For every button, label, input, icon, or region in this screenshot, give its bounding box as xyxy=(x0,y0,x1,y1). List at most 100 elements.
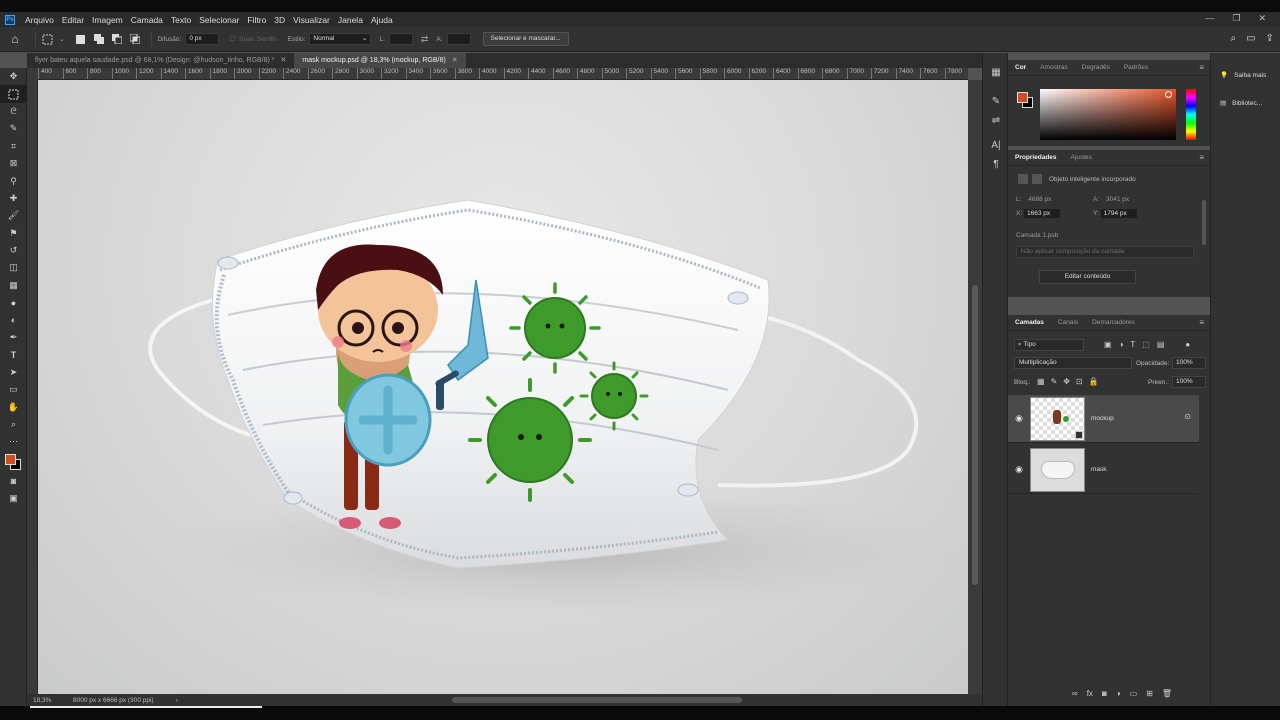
menu-filtro[interactable]: Filtro xyxy=(243,15,270,25)
vertical-ruler[interactable] xyxy=(27,80,38,694)
new-layer-icon[interactable]: ⊞ xyxy=(1146,689,1153,698)
path-select-icon[interactable]: ➤ xyxy=(0,364,27,381)
marquee-tool-icon[interactable] xyxy=(0,85,27,103)
tab-flyer[interactable]: flyer bateu aquela saudade.psd @ 68,1% (… xyxy=(27,53,294,68)
pen-tool-icon[interactable]: ✒ xyxy=(0,329,27,346)
brush-tool-icon[interactable]: 🖌 xyxy=(0,207,27,224)
properties-scrollbar[interactable] xyxy=(1202,200,1206,245)
lock-position-icon[interactable]: ✥ xyxy=(1063,377,1070,386)
y-value[interactable]: 1794 px xyxy=(1100,209,1137,218)
tab-cor[interactable]: Cor xyxy=(1008,64,1033,71)
width-input[interactable] xyxy=(388,33,413,45)
workspace-icon[interactable]: ▭ xyxy=(1246,33,1255,44)
menu-3d[interactable]: 3D xyxy=(270,15,289,25)
hue-slider[interactable] xyxy=(1186,89,1196,140)
lock-all-icon[interactable]: 🔒 xyxy=(1089,377,1099,386)
panel-menu-icon[interactable]: ≡ xyxy=(1199,153,1204,162)
tab-mask-mockup[interactable]: mask mockup.psd @ 18,3% (mockup, RGB/8) ✕ xyxy=(294,53,466,68)
layer-effects-icon[interactable]: ⊙ xyxy=(1184,412,1191,421)
type-tool-icon[interactable]: T xyxy=(0,346,27,363)
tab-degrades[interactable]: Degradês xyxy=(1075,64,1117,71)
delete-layer-icon[interactable]: 🗑 xyxy=(1162,689,1172,698)
menu-janela[interactable]: Janela xyxy=(334,15,367,25)
paragraph-panel-icon[interactable]: ¶ xyxy=(983,155,1009,174)
tab-camadas[interactable]: Camadas xyxy=(1008,319,1051,326)
eraser-tool-icon[interactable]: ◫ xyxy=(0,259,27,276)
healing-brush-icon[interactable]: ✚ xyxy=(0,190,27,207)
tab-ajustes[interactable]: Ajustes xyxy=(1064,154,1099,161)
status-chevron-icon[interactable]: › xyxy=(176,697,178,704)
menu-texto[interactable]: Texto xyxy=(167,15,195,25)
gradient-tool-icon[interactable]: ▦ xyxy=(0,277,27,294)
search-icon[interactable]: ⌕ xyxy=(1231,33,1237,44)
link-layers-icon[interactable]: ∞ xyxy=(1072,689,1078,698)
character-panel-icon[interactable]: A| xyxy=(983,136,1009,155)
opacity-input[interactable]: 100% xyxy=(1172,357,1206,369)
subtract-selection-icon[interactable] xyxy=(110,33,123,46)
stamp-tool-icon[interactable]: ⚑ xyxy=(0,225,27,242)
filter-smart-icon[interactable]: ▤ xyxy=(1157,340,1165,349)
horizontal-ruler[interactable]: 400 600 800 1000 1200 1400 1600 1800 2000 2200 240… xyxy=(38,68,968,80)
add-selection-icon[interactable] xyxy=(92,33,105,46)
hand-tool-icon[interactable]: ✋ xyxy=(0,398,27,415)
height-input[interactable] xyxy=(446,33,471,45)
filter-type-icon[interactable]: T xyxy=(1130,340,1135,349)
share-icon[interactable]: ⇪ xyxy=(1266,33,1274,44)
frame-tool-icon[interactable]: ⊠ xyxy=(0,155,27,172)
close-window-icon[interactable]: ✕ xyxy=(1258,13,1266,24)
move-tool-icon[interactable]: ✥ xyxy=(0,68,27,85)
restore-icon[interactable]: ❐ xyxy=(1232,13,1240,24)
adjustments-panel-icon[interactable]: ⇌ xyxy=(983,111,1009,130)
lasso-tool-icon[interactable]: ᘓ xyxy=(0,103,27,120)
menu-selecionar[interactable]: Selecionar xyxy=(195,15,243,25)
intersect-selection-icon[interactable] xyxy=(128,33,141,46)
cp-foreground-swatch[interactable] xyxy=(1017,92,1028,103)
color-field[interactable] xyxy=(1040,89,1176,140)
close-tab-icon[interactable]: ✕ xyxy=(452,57,458,64)
zoom-level[interactable]: 18,3% xyxy=(27,697,65,704)
layer-name[interactable]: mask xyxy=(1091,466,1107,473)
quick-mask-icon[interactable]: ◙ xyxy=(0,473,27,490)
history-panel-icon[interactable]: ▦ xyxy=(983,63,1009,82)
eye-icon[interactable]: ◉ xyxy=(1008,464,1030,475)
h-value[interactable]: 3041 px xyxy=(1106,196,1129,203)
tab-amostras[interactable]: Amostras xyxy=(1033,64,1074,71)
filter-adjust-icon[interactable]: ◑ xyxy=(1119,340,1124,349)
edit-contents-button[interactable]: Editar conteúdo xyxy=(1039,270,1136,284)
w-value[interactable]: 4688 px xyxy=(1028,196,1051,203)
crop-tool-icon[interactable]: ⌗ xyxy=(0,138,27,155)
adjustment-layer-icon[interactable]: ◑ xyxy=(1116,689,1121,698)
x-value[interactable]: 1663 px xyxy=(1023,209,1060,218)
history-brush-icon[interactable]: ↺ xyxy=(0,242,27,259)
vertical-scrollbar[interactable] xyxy=(968,80,982,694)
add-mask-icon[interactable]: ◙ xyxy=(1102,689,1107,698)
scroll-thumb[interactable] xyxy=(972,285,978,585)
filter-shape-icon[interactable]: ⬚ xyxy=(1142,340,1150,349)
brushes-panel-icon[interactable]: ✎ xyxy=(983,92,1009,111)
foreground-color-swatch[interactable] xyxy=(5,453,16,465)
tab-padroes[interactable]: Padrões xyxy=(1117,64,1155,71)
close-tab-icon[interactable]: ✕ xyxy=(281,57,287,64)
eye-icon[interactable]: ◉ xyxy=(1008,413,1030,424)
minimize-icon[interactable]: — xyxy=(1205,13,1214,24)
menu-arquivo[interactable]: Arquivo xyxy=(21,15,58,25)
menu-camada[interactable]: Camada xyxy=(127,15,167,25)
tab-propriedades[interactable]: Propriedades xyxy=(1008,154,1064,161)
blend-mode-select[interactable]: Multiplicação xyxy=(1014,357,1132,369)
layer-row-mask[interactable]: ◉ mask xyxy=(1008,446,1199,494)
menu-visualizar[interactable]: Visualizar xyxy=(289,15,334,25)
filter-pixel-icon[interactable]: ▣ xyxy=(1104,340,1112,349)
lock-artboard-icon[interactable]: ⊡ xyxy=(1076,377,1083,386)
fill-input[interactable]: 100% xyxy=(1172,376,1206,388)
panel-menu-icon[interactable]: ≡ xyxy=(1199,318,1204,327)
layer-filter-select[interactable]: ⌕ Tipo xyxy=(1014,339,1084,351)
menu-imagem[interactable]: Imagem xyxy=(88,15,127,25)
eyedropper-tool-icon[interactable]: ⚲ xyxy=(0,172,27,189)
select-and-mask-button[interactable]: Selecionar e mascarar... xyxy=(482,32,569,46)
learn-more-item[interactable]: 💡 Saiba mais xyxy=(1211,68,1280,82)
layer-name[interactable]: mockup xyxy=(1091,415,1114,422)
tab-canais[interactable]: Canais xyxy=(1051,319,1085,326)
menu-editar[interactable]: Editar xyxy=(58,15,88,25)
tab-demarcadores[interactable]: Demarcadores xyxy=(1085,319,1142,326)
layer-style-icon[interactable]: fx xyxy=(1087,689,1093,698)
